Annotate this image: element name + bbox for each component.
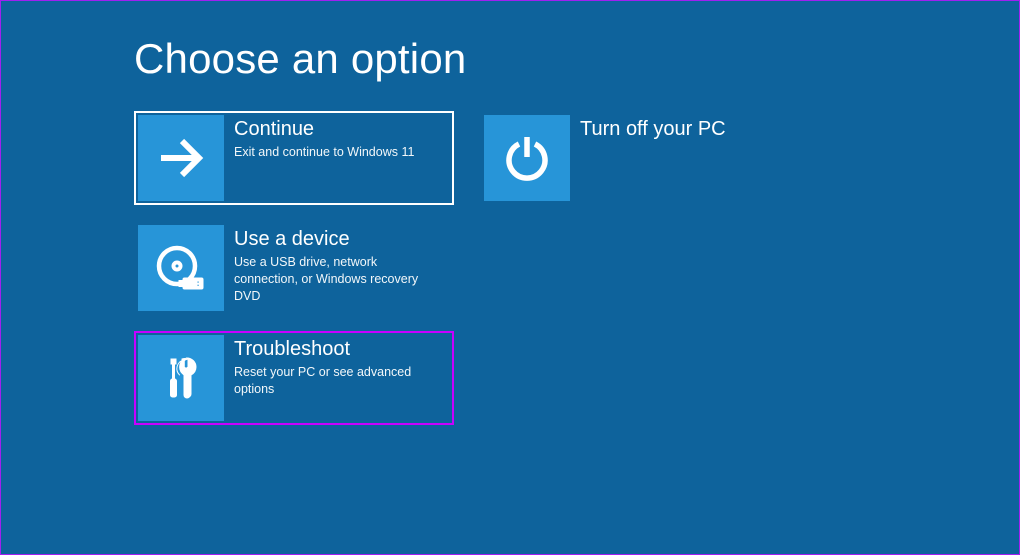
use-device-desc: Use a USB drive, network connection, or … [234, 254, 439, 305]
options-row-2: Use a device Use a USB drive, network co… [134, 221, 800, 315]
use-device-title: Use a device [234, 227, 439, 251]
turnoff-option[interactable]: Turn off your PC [480, 111, 800, 205]
use-device-label-box: Use a device Use a USB drive, network co… [224, 225, 439, 305]
turnoff-label-box: Turn off your PC [570, 115, 726, 144]
power-icon [484, 115, 570, 201]
continue-title: Continue [234, 117, 414, 141]
troubleshoot-label-box: Troubleshoot Reset your PC or see advanc… [224, 335, 450, 398]
turnoff-title: Turn off your PC [580, 117, 726, 141]
tools-icon [138, 335, 224, 421]
disc-usb-icon [138, 225, 224, 311]
troubleshoot-title: Troubleshoot [234, 337, 450, 361]
use-device-option[interactable]: Use a device Use a USB drive, network co… [134, 221, 454, 315]
arrow-right-icon [138, 115, 224, 201]
options-row-3: Troubleshoot Reset your PC or see advanc… [134, 331, 800, 425]
troubleshoot-option[interactable]: Troubleshoot Reset your PC or see advanc… [134, 331, 454, 425]
troubleshoot-desc: Reset your PC or see advanced options [234, 364, 450, 398]
continue-label-box: Continue Exit and continue to Windows 11 [224, 115, 414, 161]
continue-desc: Exit and continue to Windows 11 [234, 144, 414, 161]
continue-option[interactable]: Continue Exit and continue to Windows 11 [134, 111, 454, 205]
page-title: Choose an option [134, 35, 800, 83]
options-row-1: Continue Exit and continue to Windows 11… [134, 111, 800, 205]
options-grid: Continue Exit and continue to Windows 11… [134, 111, 800, 425]
